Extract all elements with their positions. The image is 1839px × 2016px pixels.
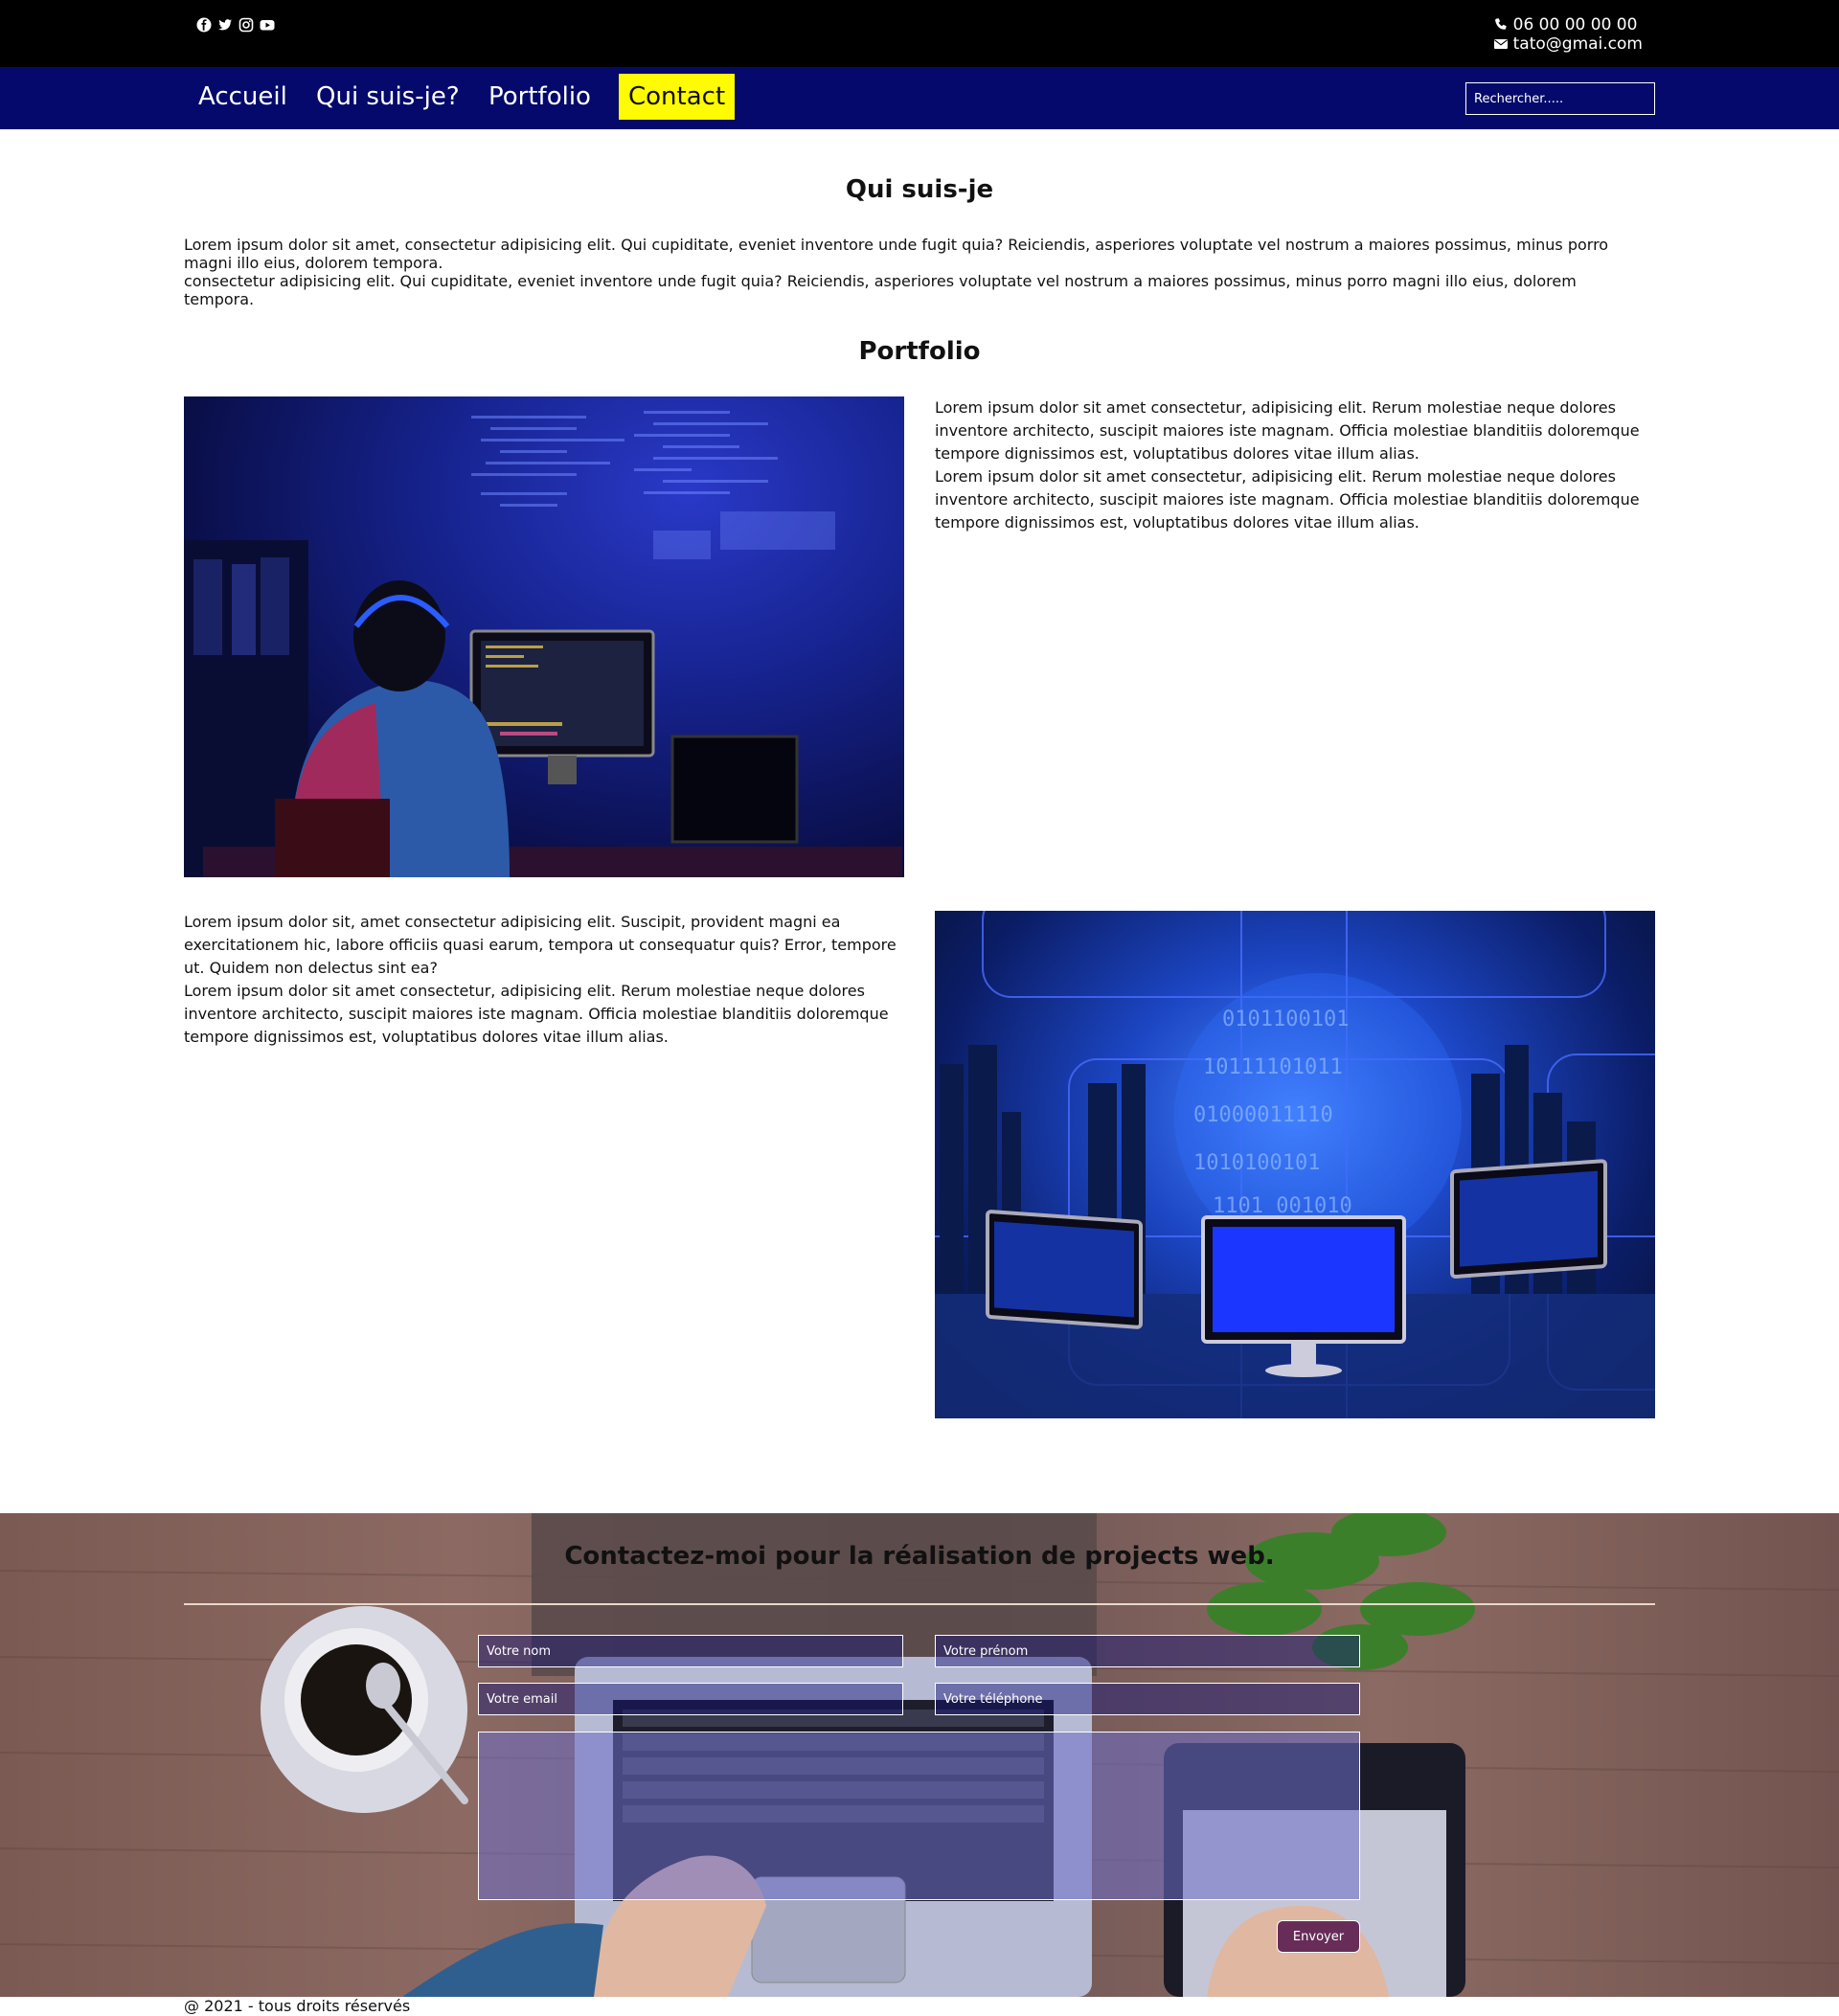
portfolio-text-2: Lorem ipsum dolor sit, amet consectetur … bbox=[184, 911, 904, 1049]
phone-icon bbox=[1494, 18, 1507, 30]
prenom-field[interactable] bbox=[935, 1635, 1360, 1667]
footer-copyright: @ 2021 - tous droits réservés bbox=[184, 1997, 411, 2015]
about-line-1: Lorem ipsum dolor sit amet, consectetur … bbox=[184, 236, 1609, 254]
portfolio-text-1-line-2: inventore architecto, suscipit maiores i… bbox=[935, 421, 1640, 440]
portfolio-text-1-line-5: inventore architecto, suscipit maiores i… bbox=[935, 490, 1640, 509]
phone-number[interactable]: 06 00 00 00 00 bbox=[1513, 15, 1638, 34]
youtube-icon[interactable] bbox=[260, 17, 275, 33]
svg-text:10111101011: 10111101011 bbox=[1203, 1055, 1343, 1079]
developer-photo bbox=[184, 396, 904, 877]
nav-item-qui-suis-je[interactable]: Qui suis-je? bbox=[306, 74, 469, 120]
portfolio-text-1-line-1: Lorem ipsum dolor sit amet consectetur, … bbox=[935, 398, 1616, 417]
facebook-icon[interactable] bbox=[196, 17, 212, 33]
svg-text:1101 001010: 1101 001010 bbox=[1213, 1194, 1352, 1218]
telephone-field[interactable] bbox=[935, 1683, 1360, 1715]
message-textarea[interactable] bbox=[478, 1732, 1360, 1900]
portfolio-text-1: Lorem ipsum dolor sit amet consectetur, … bbox=[935, 396, 1655, 534]
envelope-icon bbox=[1493, 39, 1508, 49]
portfolio-text-2-line-4: Lorem ipsum dolor sit amet consectetur, … bbox=[184, 982, 865, 1000]
contact-title: Contactez-moi pour la réalisation de pro… bbox=[564, 1542, 1275, 1571]
nav-item-portfolio[interactable]: Portfolio bbox=[479, 74, 601, 120]
email-address[interactable]: tato@gmai.com bbox=[1513, 34, 1643, 54]
about-text: Lorem ipsum dolor sit amet, consectetur … bbox=[184, 236, 1659, 308]
portfolio-text-2-line-1: Lorem ipsum dolor sit, amet consectetur … bbox=[184, 913, 841, 931]
phone-row: 06 00 00 00 00 bbox=[1493, 15, 1643, 34]
about-line-3: consectetur adipisicing elit. Qui cupidi… bbox=[184, 272, 1577, 290]
svg-text:0101100101: 0101100101 bbox=[1222, 1008, 1349, 1031]
contact-info: 06 00 00 00 00 tato@gmai.com bbox=[1493, 15, 1643, 54]
social-links bbox=[196, 17, 275, 33]
about-line-4: tempora. bbox=[184, 290, 255, 308]
nav-item-contact[interactable]: Contact bbox=[619, 74, 736, 120]
contact-divider bbox=[184, 1603, 1655, 1605]
email-row: tato@gmai.com bbox=[1493, 34, 1643, 54]
email-field[interactable] bbox=[478, 1683, 903, 1715]
portfolio-text-2-line-3: ut. Quidem non delectus sint ea? bbox=[184, 959, 438, 977]
portfolio-text-2-line-6: tempore dignissimos est, voluptatibus do… bbox=[184, 1028, 669, 1046]
top-bar: 06 00 00 00 00 tato@gmai.com bbox=[0, 0, 1839, 67]
nav-item-accueil[interactable]: Accueil bbox=[189, 74, 297, 120]
portfolio-text-1-line-4: Lorem ipsum dolor sit amet consectetur, … bbox=[935, 467, 1616, 486]
tech-city-photo: 0101100101 10111101011 01000011110 1010100… bbox=[935, 911, 1655, 1418]
about-title: Qui suis-je bbox=[845, 175, 994, 204]
svg-text:01000011110: 01000011110 bbox=[1193, 1103, 1333, 1127]
envoyer-button[interactable]: Envoyer bbox=[1277, 1920, 1360, 1953]
search-input[interactable] bbox=[1465, 82, 1655, 115]
instagram-icon[interactable] bbox=[238, 17, 254, 33]
portfolio-text-1-line-3: tempore dignissimos est, voluptatibus do… bbox=[935, 444, 1419, 463]
nom-field[interactable] bbox=[478, 1635, 903, 1667]
twitter-icon[interactable] bbox=[217, 17, 233, 33]
contact-section: Contactez-moi pour la réalisation de pro… bbox=[0, 1513, 1839, 1997]
portfolio-title: Portfolio bbox=[858, 337, 981, 366]
svg-text:1010100101: 1010100101 bbox=[1193, 1151, 1320, 1175]
portfolio-text-2-line-5: inventore architecto, suscipit maiores i… bbox=[184, 1005, 889, 1023]
about-line-2: magni illo eius, dolorem tempora. bbox=[184, 254, 443, 272]
portfolio-text-2-line-2: exercitationem hic, labore officiis quas… bbox=[184, 936, 897, 954]
main-nav: Accueil Qui suis-je? Portfolio Contact bbox=[0, 67, 1839, 129]
portfolio-text-1-line-6: tempore dignissimos est, voluptatibus do… bbox=[935, 513, 1419, 532]
